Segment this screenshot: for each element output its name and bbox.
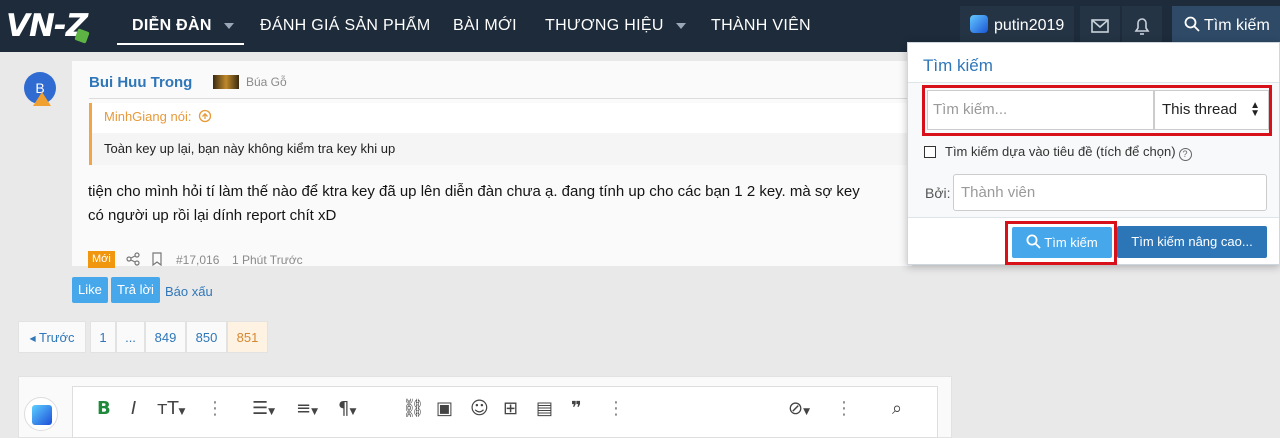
italic-icon[interactable]: I: [131, 398, 136, 419]
more-vertical-icon[interactable]: ⋮: [206, 398, 224, 419]
username: putin2019: [994, 17, 1065, 34]
advanced-search-button[interactable]: Tìm kiếm nâng cao...: [1117, 226, 1267, 258]
help-icon[interactable]: ?: [1178, 148, 1192, 161]
nav-product-reviews-label: ĐÁNH GIÁ SẢN PHẨM: [260, 17, 431, 34]
image-icon[interactable]: ▣: [436, 398, 453, 419]
quote-block: MinhGiang nói: Toàn key up lại, bạn này …: [89, 103, 912, 165]
envelope-icon: [1091, 19, 1109, 33]
text-size-icon[interactable]: тT▼: [157, 398, 185, 419]
arrow-up-circle-icon[interactable]: [198, 109, 212, 123]
bell-icon: [1134, 18, 1150, 35]
member-input[interactable]: Thành viên: [953, 174, 1267, 211]
pager-prev-label: Trước: [39, 330, 75, 345]
nav-new-posts[interactable]: BÀI MỚI: [453, 0, 517, 52]
pager-ellipsis[interactable]: ...: [116, 321, 145, 353]
alerts-button[interactable]: [1122, 6, 1162, 46]
inbox-button[interactable]: [1080, 6, 1120, 46]
nav-brands-label: THƯƠNG HIỆU: [545, 17, 664, 34]
site-logo[interactable]: VN-Z: [6, 8, 90, 44]
paragraph-icon[interactable]: ¶▼: [338, 398, 356, 419]
gallery-icon[interactable]: ▤: [536, 398, 553, 419]
by-member-label: Bởi:: [925, 185, 951, 201]
nav-members[interactable]: THÀNH VIÊN: [711, 0, 811, 52]
like-button[interactable]: Like: [72, 277, 108, 303]
reply-button[interactable]: Trả lời: [111, 277, 160, 303]
align-icon[interactable]: ≡▼: [296, 398, 318, 419]
pager-prev-button[interactable]: ◀ Trước: [18, 321, 86, 353]
title-only-label[interactable]: Tìm kiếm dựa vào tiêu đề (tích để chọn)?: [945, 144, 1192, 161]
share-icon[interactable]: [126, 252, 140, 266]
nav-new-posts-label: BÀI MỚI: [453, 17, 517, 34]
more-vertical-icon[interactable]: ⋮: [835, 398, 853, 419]
user-avatar-icon: [970, 15, 988, 33]
post-message-line: tiện cho mình hỏi tí làm thế nào để ktra…: [88, 183, 860, 200]
post-author[interactable]: Bui Huu Trong: [89, 74, 192, 91]
search-dropdown-title: Tìm kiếm: [923, 56, 993, 75]
report-link[interactable]: Báo xấu: [165, 284, 213, 299]
post-divider: [89, 98, 912, 99]
preview-icon[interactable]: ⌕: [892, 398, 902, 419]
post-number[interactable]: #17,016: [176, 253, 219, 267]
bold-icon[interactable]: B: [97, 398, 111, 419]
quote-text: Toàn key up lại, bạn này không kiểm tra …: [104, 141, 396, 156]
post-message-line: có người up rồi lại dính report chít xD: [88, 207, 337, 224]
active-nav-indicator: [117, 43, 244, 45]
warning-badge-icon: [33, 92, 51, 106]
quote-header[interactable]: MinhGiang nói:: [92, 103, 912, 133]
link-icon[interactable]: ⛓: [402, 398, 425, 419]
nav-product-reviews[interactable]: ĐÁNH GIÁ SẢN PHẨM: [260, 0, 430, 52]
user-rank: Búa Gỗ: [246, 75, 287, 89]
user-account-button[interactable]: putin2019: [960, 6, 1075, 46]
more-vertical-icon[interactable]: ⋮: [607, 398, 625, 419]
pager-page[interactable]: 850: [186, 321, 227, 353]
search-icon: [1184, 16, 1200, 32]
pager-page[interactable]: 849: [145, 321, 186, 353]
windows-icon: [32, 405, 52, 425]
highlight-box-search-field: [922, 85, 1272, 136]
highlight-box-search-button: [1005, 221, 1117, 265]
chevron-down-icon[interactable]: [223, 22, 234, 29]
media-icon[interactable]: ⊞: [503, 398, 518, 419]
toggle-bbcode-icon[interactable]: ⊘▼: [788, 398, 810, 419]
title-only-checkbox[interactable]: [924, 146, 936, 158]
nav-forums-label: DIỄN ĐÀN: [132, 17, 212, 34]
post-time[interactable]: 1 Phút Trước: [232, 253, 303, 267]
bookmark-icon[interactable]: [151, 252, 163, 266]
dropdown-footer-divider: [908, 217, 1279, 218]
chevron-left-icon: ◀: [29, 334, 36, 343]
nav-members-label: THÀNH VIÊN: [711, 17, 811, 34]
pager-page[interactable]: 1: [90, 321, 116, 353]
list-icon[interactable]: ☰▼: [252, 398, 275, 419]
pager-current-page[interactable]: 851: [227, 321, 268, 353]
new-badge: Mới: [88, 251, 115, 268]
quote-icon[interactable]: ❞: [571, 398, 582, 419]
rank-image: [213, 75, 239, 89]
nav-brands[interactable]: THƯƠNG HIỆU: [545, 0, 686, 52]
chevron-down-icon[interactable]: [675, 22, 686, 29]
post-message: tiện cho mình hỏi tí làm thế nào để ktra…: [88, 180, 918, 228]
header-search-label: Tìm kiếm: [1204, 17, 1270, 34]
my-avatar[interactable]: [24, 397, 58, 431]
emoji-icon[interactable]: ☺: [470, 398, 489, 419]
quote-author[interactable]: MinhGiang nói:: [104, 109, 191, 124]
